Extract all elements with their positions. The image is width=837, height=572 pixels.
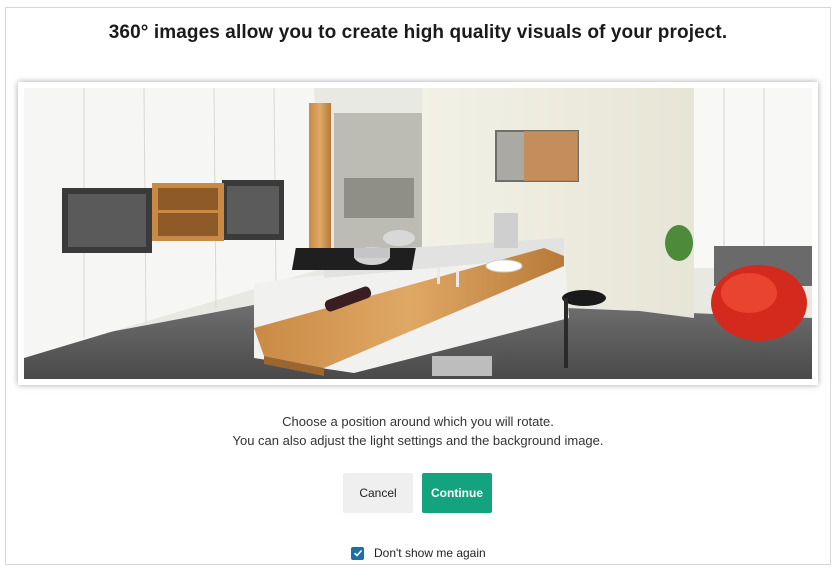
dialog-title: 360° images allow you to create high qua… xyxy=(108,22,728,43)
description-line-2: You can also adjust the light settings a… xyxy=(232,433,604,448)
description-line-1: Choose a position around which you will … xyxy=(282,414,554,429)
dont-show-again-checkbox[interactable] xyxy=(351,546,364,560)
checkmark-icon xyxy=(353,549,362,557)
description: Choose a position around which you will … xyxy=(6,412,830,450)
cancel-button[interactable]: Cancel xyxy=(343,473,413,513)
dialog: 360° images allow you to create high qua… xyxy=(5,7,831,565)
dont-show-again-label: Don't show me again xyxy=(374,546,486,560)
kitchen-preview-image xyxy=(24,88,812,379)
dont-show-again-row[interactable]: Don't show me again xyxy=(351,546,486,560)
preview-image-frame xyxy=(18,82,818,385)
continue-button[interactable]: Continue xyxy=(422,473,492,513)
